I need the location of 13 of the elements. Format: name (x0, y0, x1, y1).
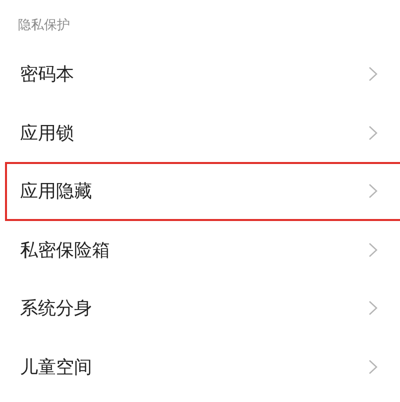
settings-item[interactable]: 私密保险箱 (5, 220, 400, 279)
chevron-icon (368, 66, 378, 82)
chevron-icon (368, 358, 378, 375)
chevron-icon (368, 183, 378, 200)
settings-item[interactable]: 儿童空间 (5, 338, 400, 396)
settings-item[interactable]: 系统分身 (5, 279, 400, 338)
chevron-icon (368, 242, 378, 258)
settings-item[interactable]: 密码本 (5, 45, 400, 104)
section-title: 隐私保护 (18, 16, 70, 34)
highlighted-settings-item[interactable]: 应用隐藏 (5, 162, 400, 220)
settings-item[interactable]: 应用锁 (5, 104, 400, 162)
chevron-icon (368, 124, 378, 141)
chevron-icon (368, 300, 378, 316)
